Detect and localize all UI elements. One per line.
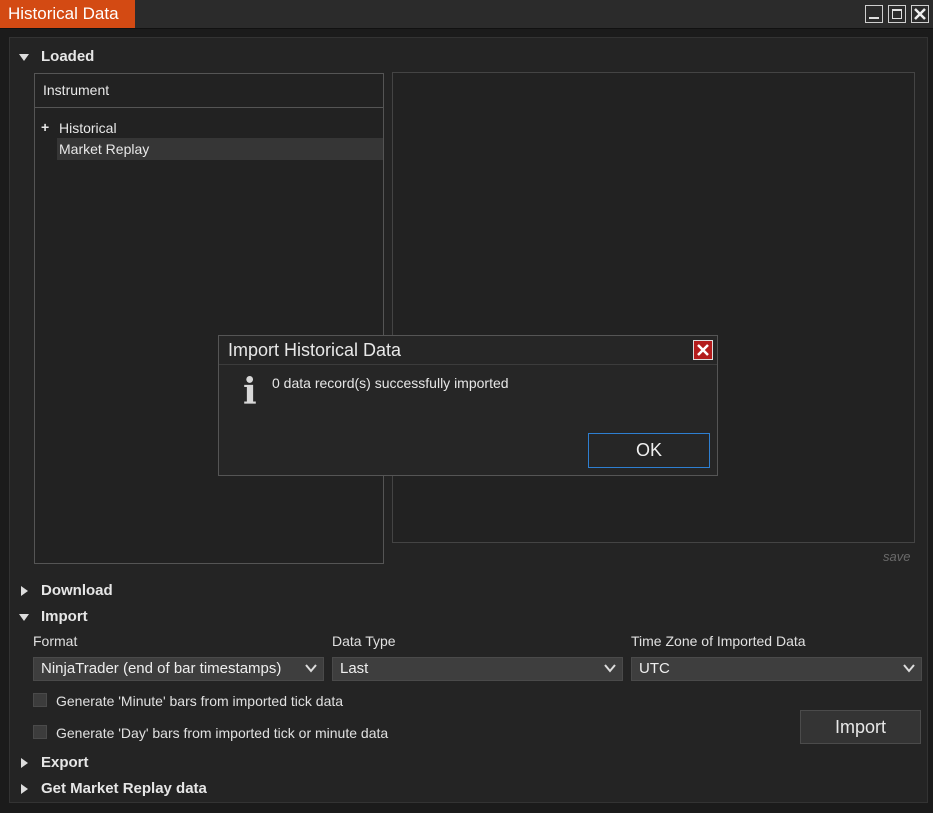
ok-button[interactable]: OK (588, 433, 710, 468)
minimize-button[interactable] (865, 5, 883, 23)
chevron-right-icon (21, 586, 28, 597)
expand-icon[interactable]: + (41, 119, 49, 135)
info-icon: i (243, 371, 257, 413)
close-icon (697, 344, 709, 356)
tree-column-header: Instrument (35, 74, 383, 108)
minute-bars-checkbox[interactable] (33, 693, 47, 707)
chevron-right-icon (21, 758, 28, 769)
chevron-down-icon (19, 53, 29, 61)
section-get-market-replay[interactable]: Get Market Replay data (19, 780, 207, 797)
section-download[interactable]: Download (19, 582, 113, 599)
close-icon (914, 8, 926, 20)
day-bars-checkbox[interactable] (33, 725, 47, 739)
import-result-dialog: Import Historical Data i 0 data record(s… (218, 335, 718, 476)
title-bar: Historical Data (0, 0, 933, 29)
minute-bars-label: Generate 'Minute' bars from imported tic… (56, 693, 344, 709)
tree-item-historical[interactable]: + Historical (41, 119, 117, 136)
format-select[interactable]: NinjaTrader (end of bar timestamps) (33, 657, 324, 681)
import-button[interactable]: Import (800, 710, 921, 744)
tree-item-market-replay[interactable]: Market Replay (57, 138, 383, 160)
dialog-title: Import Historical Data (219, 336, 717, 365)
section-export[interactable]: Export (19, 754, 89, 771)
timezone-select[interactable]: UTC (631, 657, 922, 681)
dialog-close-button[interactable] (693, 340, 713, 360)
data-type-label: Data Type (332, 633, 396, 649)
window-title: Historical Data (0, 0, 135, 28)
section-loaded[interactable]: Loaded (19, 48, 94, 65)
chevron-down-icon (903, 664, 915, 673)
format-label: Format (33, 633, 78, 649)
day-bars-label: Generate 'Day' bars from imported tick o… (56, 725, 389, 741)
data-type-select[interactable]: Last (332, 657, 623, 681)
chevron-down-icon (19, 613, 29, 621)
section-import[interactable]: Import (19, 608, 88, 625)
chevron-right-icon (21, 784, 28, 795)
maximize-button[interactable] (888, 5, 906, 23)
chevron-down-icon (305, 664, 317, 673)
save-link[interactable]: save (883, 549, 910, 564)
dialog-message: 0 data record(s) successfully imported (272, 375, 509, 391)
timezone-label: Time Zone of Imported Data (631, 633, 806, 649)
chevron-down-icon (604, 664, 616, 673)
instrument-tree: Instrument + Historical Market Replay (34, 73, 384, 564)
close-window-button[interactable] (911, 5, 929, 23)
